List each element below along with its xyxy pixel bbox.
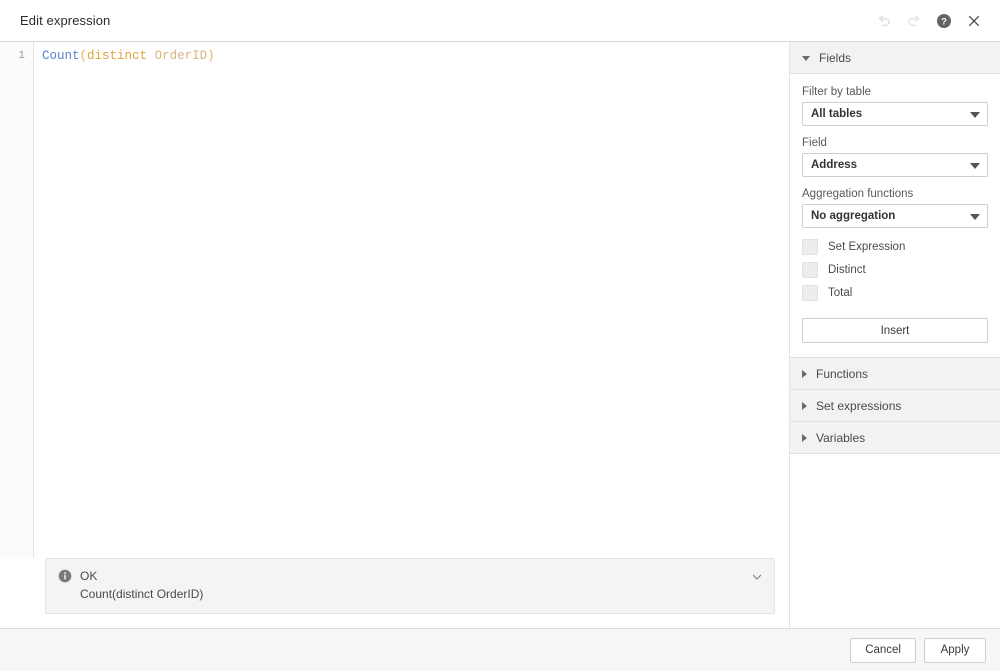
status-detail: Count(distinct OrderID) (58, 587, 762, 601)
line-number: 1 (0, 48, 33, 65)
field-select[interactable]: Address (802, 153, 988, 177)
dialog-body: 1 Count(distinct OrderID) (0, 42, 1000, 628)
field-label: Field (802, 137, 988, 149)
help-button[interactable]: ? (930, 7, 958, 35)
accordion-header-variables[interactable]: Variables (790, 422, 1000, 454)
info-icon (58, 569, 72, 583)
validation-status-header: OK (58, 569, 762, 583)
undo-icon (876, 13, 892, 29)
accordion-title-set-expressions: Set expressions (816, 399, 901, 413)
accordion-header-set-expressions[interactable]: Set expressions (790, 390, 1000, 422)
accordion-header-functions[interactable]: Functions (790, 358, 1000, 390)
filter-by-table-value: All tables (811, 108, 862, 120)
fields-section-body: Filter by table All tables Field Address… (790, 74, 1000, 358)
checkbox-set-expression[interactable] (802, 239, 818, 255)
apply-button[interactable]: Apply (924, 638, 986, 663)
checkbox-label-set-expression: Set Expression (828, 241, 905, 253)
accordion-title-functions: Functions (816, 367, 868, 381)
undo-button[interactable] (870, 7, 898, 35)
redo-icon (906, 13, 922, 29)
checkbox-row-total[interactable]: Total (802, 285, 988, 301)
token-function: Count (42, 49, 80, 63)
chevron-down-icon[interactable] (750, 570, 764, 584)
dialog-footer: Cancel Apply (0, 628, 1000, 671)
chevron-down-icon (970, 214, 980, 220)
checkbox-row-set-expression[interactable]: Set Expression (802, 239, 988, 255)
close-button[interactable] (960, 7, 988, 35)
chevron-right-icon (802, 370, 807, 378)
validation-status-wrap: OK Count(distinct OrderID) (0, 558, 789, 628)
chevron-down-icon (970, 163, 980, 169)
cancel-button[interactable]: Cancel (850, 638, 916, 663)
filter-by-table-select[interactable]: All tables (802, 102, 988, 126)
edit-expression-dialog: Edit expression (0, 0, 1000, 671)
checkbox-row-distinct[interactable]: Distinct (802, 262, 988, 278)
aggregation-functions-select[interactable]: No aggregation (802, 204, 988, 228)
page-title: Edit expression (20, 13, 870, 28)
redo-button[interactable] (900, 7, 928, 35)
token-open-paren: ( (80, 49, 88, 63)
help-icon: ? (936, 13, 952, 29)
chevron-right-icon (802, 434, 807, 442)
validation-status: OK Count(distinct OrderID) (45, 558, 775, 614)
code-line: Count(distinct OrderID) (42, 48, 789, 65)
token-close-paren: ) (207, 49, 215, 63)
close-icon (966, 13, 982, 29)
filter-by-table-label: Filter by table (802, 86, 988, 98)
checkbox-label-distinct: Distinct (828, 264, 866, 276)
accordion-title-variables: Variables (816, 431, 865, 445)
chevron-down-icon (802, 56, 810, 61)
expression-editor-column: 1 Count(distinct OrderID) (0, 42, 790, 628)
code-area[interactable]: Count(distinct OrderID) (34, 42, 789, 558)
status-title: OK (80, 569, 97, 583)
expression-side-panel: Fields Filter by table All tables Field … (790, 42, 1000, 628)
chevron-right-icon (802, 402, 807, 410)
editor-gutter: 1 (0, 42, 34, 558)
field-value: Address (811, 159, 857, 171)
chevron-down-icon (970, 112, 980, 118)
token-field: OrderID (155, 49, 208, 63)
expression-editor[interactable]: 1 Count(distinct OrderID) (0, 42, 789, 558)
insert-button[interactable]: Insert (802, 318, 988, 343)
svg-text:?: ? (941, 16, 947, 27)
checkbox-distinct[interactable] (802, 262, 818, 278)
aggregation-functions-label: Aggregation functions (802, 188, 988, 200)
accordion-header-fields[interactable]: Fields (790, 42, 1000, 74)
dialog-titlebar: Edit expression (0, 0, 1000, 42)
token-space (147, 49, 155, 63)
titlebar-actions: ? (870, 7, 988, 35)
accordion-title-fields: Fields (819, 51, 851, 65)
aggregation-functions-value: No aggregation (811, 210, 895, 222)
checkbox-label-total: Total (828, 287, 852, 299)
token-keyword: distinct (87, 49, 147, 63)
checkbox-total[interactable] (802, 285, 818, 301)
